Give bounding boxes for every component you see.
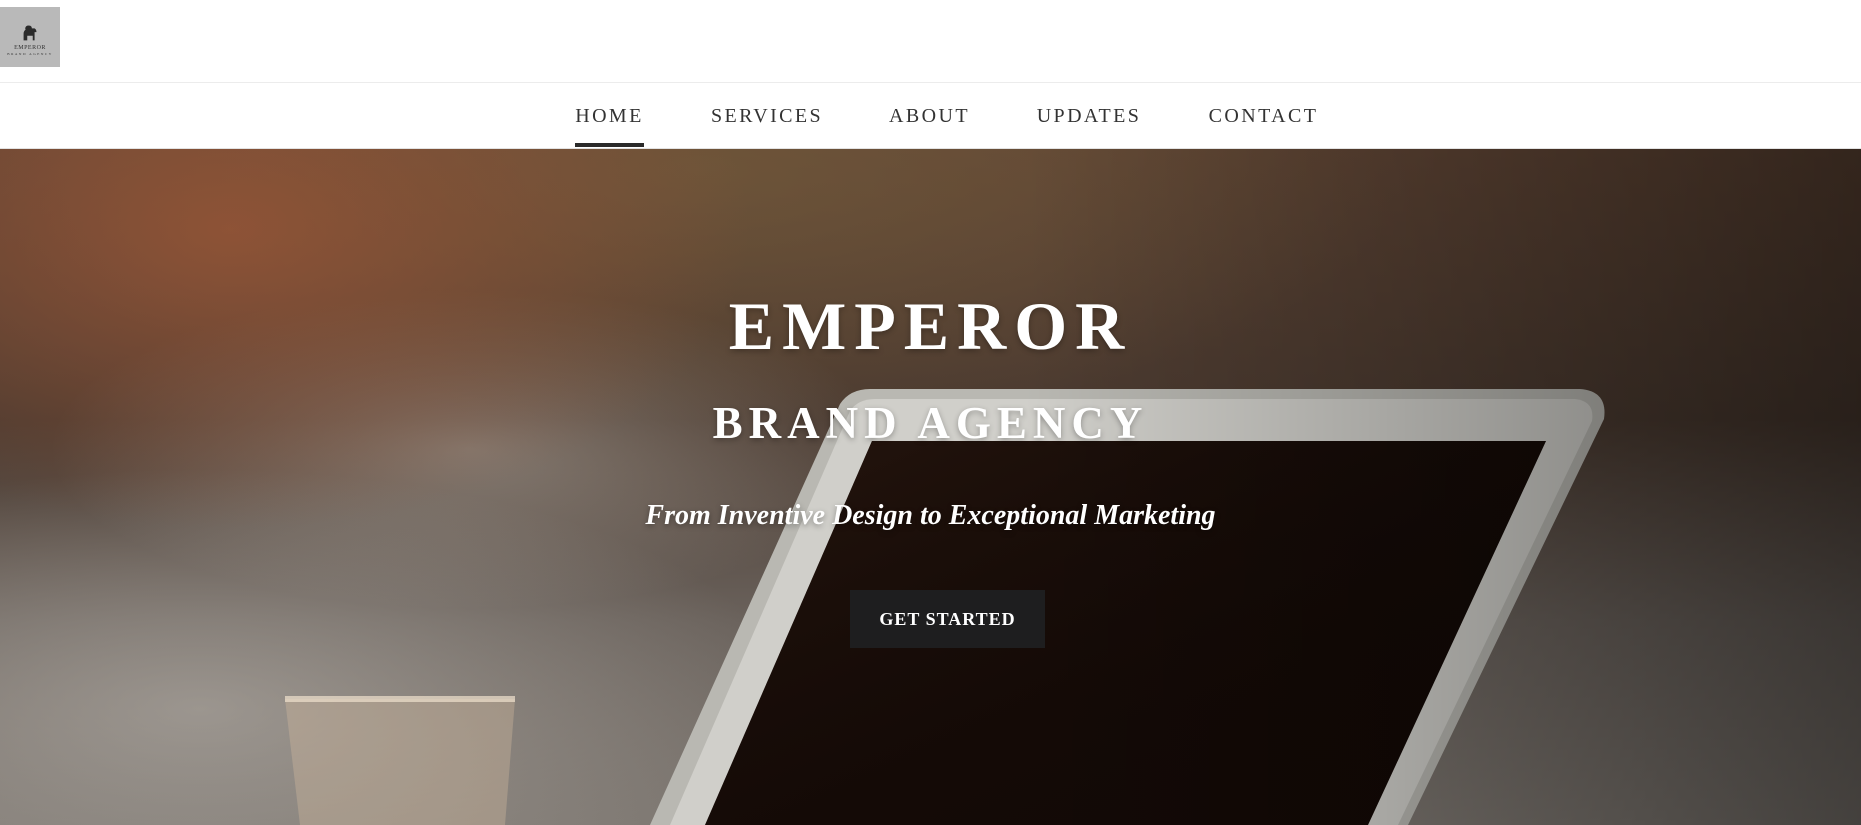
hero-section: EMPEROR BRAND AGENCY From Inventive Desi… [0, 149, 1861, 825]
nav-item-updates[interactable]: UPDATES [1036, 83, 1142, 149]
get-started-button[interactable]: GET STARTED [850, 590, 1045, 648]
main-nav: HOME SERVICES ABOUT UPDATES CONTACT [0, 83, 1861, 149]
hero-overlay [0, 149, 1861, 825]
logo-subtitle: BRAND AGENCY [7, 51, 53, 56]
hero-title: EMPEROR [728, 288, 1133, 364]
hero-subtitle: BRAND AGENCY [712, 398, 1149, 448]
nav-item-about[interactable]: ABOUT [889, 83, 970, 149]
nav-item-services[interactable]: SERVICES [710, 83, 824, 149]
lion-icon [23, 24, 37, 40]
nav-item-contact[interactable]: CONTACT [1208, 83, 1319, 149]
nav-item-home[interactable]: HOME [575, 83, 644, 149]
top-header: EMPEROR BRAND AGENCY [0, 0, 1861, 83]
hero-tagline: From Inventive Design to Exceptional Mar… [645, 500, 1216, 531]
logo-name: EMPEROR [14, 44, 46, 51]
brand-logo[interactable]: EMPEROR BRAND AGENCY [0, 7, 60, 67]
